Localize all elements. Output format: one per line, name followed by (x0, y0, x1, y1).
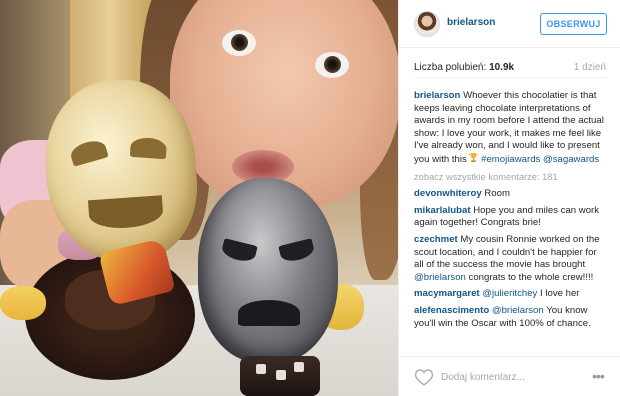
post-footer: ••• (399, 356, 620, 396)
post-stats: Liczba polubień: 10.9k 1 dzień (414, 62, 606, 78)
comment-item: mikarlalubat Hope you and miles can work… (414, 205, 607, 230)
caption: brielarson Whoever this chocolatier is t… (414, 90, 607, 167)
post-photo[interactable] (0, 0, 398, 396)
photo-chocolate-dice (240, 356, 320, 396)
likes-number: 10.9k (489, 62, 515, 73)
more-options-icon[interactable]: ••• (588, 369, 608, 385)
comment-username[interactable]: alefenascimento (414, 305, 489, 316)
photo-yellow-macaron-left (0, 286, 46, 320)
photo-eye-left (222, 30, 256, 56)
comment-text-after: congrats to the whole crew!!!! (468, 271, 594, 283)
instagram-post: brielarson OBSERWUJ Liczba polubień: 10.… (0, 0, 620, 396)
photo-silver-tragedy-mask (198, 178, 338, 363)
post-time[interactable]: 1 dzień (574, 62, 606, 73)
view-all-comments-link[interactable]: zobacz wszystkie komentarze: 181 (414, 171, 607, 184)
comment-mention[interactable]: @brielarson (492, 305, 544, 316)
header-username[interactable]: brielarson (447, 17, 495, 28)
add-comment-input[interactable] (441, 367, 571, 387)
comment-item: devonwhiteroy Room (414, 188, 607, 201)
comments-list[interactable]: brielarson Whoever this chocolatier is t… (414, 90, 607, 352)
comment-username[interactable]: czechmet (414, 234, 458, 245)
likes-label: Liczba polubień: (414, 62, 487, 73)
avatar[interactable] (414, 11, 440, 37)
comment-mention[interactable]: @julieritchey (482, 288, 537, 299)
caption-mention[interactable]: @sagawards (543, 154, 599, 165)
post-side-panel: brielarson OBSERWUJ Liczba polubień: 10.… (398, 0, 620, 396)
photo-eye-right (315, 52, 349, 78)
follow-button[interactable]: OBSERWUJ (540, 13, 607, 35)
comment-item: czechmet My cousin Ronnie worked on the … (414, 234, 607, 284)
comment-username[interactable]: macymargaret (414, 288, 480, 299)
likes-count[interactable]: Liczba polubień: 10.9k (414, 62, 514, 73)
heart-outline-icon[interactable] (414, 368, 434, 386)
comment-text: I love her (540, 288, 580, 300)
caption-username[interactable]: brielarson (414, 90, 460, 101)
caption-hashtag[interactable]: #emojiawards (481, 154, 540, 165)
comment-username[interactable]: devonwhiteroy (414, 188, 482, 199)
comment-item: macymargaret @julieritchey I love her (414, 288, 607, 301)
trophy-icon (469, 153, 479, 163)
post-header: brielarson OBSERWUJ (399, 0, 620, 48)
comment-mention[interactable]: @brielarson (414, 272, 466, 283)
comment-item: alefenascimento @brielarson You know you… (414, 305, 607, 330)
comment-username[interactable]: mikarlalubat (414, 205, 471, 216)
comment-text: Room (484, 188, 510, 200)
